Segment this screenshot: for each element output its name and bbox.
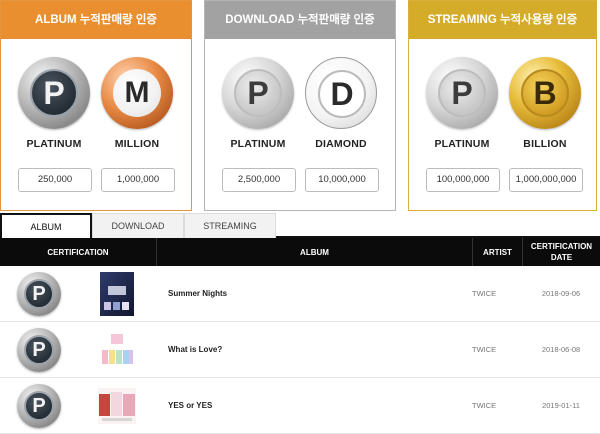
column-header-artist: ARTIST — [472, 238, 522, 266]
column-header-album: ALBUM — [156, 238, 472, 266]
platinum-medal-icon: P — [426, 57, 498, 129]
million-medal-icon: M — [101, 57, 173, 129]
tab-streaming[interactable]: STREAMING — [184, 213, 276, 238]
medal-label: PLATINUM — [434, 138, 490, 150]
threshold-value: 2,500,000 — [222, 168, 296, 192]
medal-platinum: P PLATINUM — [424, 57, 500, 150]
table-row: P YES or YES TWICE 2019-01-11 — [0, 378, 600, 434]
table-header: CERTIFICATION ALBUM ARTIST CERTIFICATION… — [0, 238, 600, 266]
artist-name: TWICE — [472, 289, 497, 298]
medal-label: MILLION — [114, 138, 160, 150]
card-header: STREAMING 누적사용량 인증 — [409, 1, 596, 39]
medal-label: BILLION — [523, 138, 567, 150]
platinum-medal-icon: P — [18, 57, 90, 129]
platinum-medal-icon: P — [17, 328, 61, 372]
threshold-value: 250,000 — [18, 168, 92, 192]
platinum-medal-icon: P — [222, 57, 294, 129]
album-title[interactable]: What is Love? — [168, 322, 222, 378]
medal-platinum: P PLATINUM — [220, 57, 296, 150]
certification-table: CERTIFICATION ALBUM ARTIST CERTIFICATION… — [0, 238, 600, 434]
medal-million: M MILLION — [99, 57, 175, 150]
artist-name: TWICE — [472, 401, 497, 410]
category-tabs: ALBUM DOWNLOAD STREAMING — [0, 213, 600, 239]
album-cover-image — [98, 272, 136, 316]
album-cover-image — [98, 328, 136, 372]
artist-name: TWICE — [472, 345, 497, 354]
album-certification-card: ALBUM 누적판매량 인증 P PLATINUM M MILLION 250,… — [0, 0, 192, 211]
threshold-value: 1,000,000,000 — [509, 168, 583, 192]
album-cover-image — [98, 384, 136, 428]
medal-label: PLATINUM — [230, 138, 286, 150]
column-header-date: CERTIFICATION DATE — [522, 238, 600, 266]
album-title[interactable]: YES or YES — [168, 378, 212, 434]
table-row: P What is Love? TWICE 2018-06-08 — [0, 322, 600, 378]
medal-billion: B BILLION — [507, 57, 583, 150]
threshold-value: 1,000,000 — [101, 168, 175, 192]
tab-album[interactable]: ALBUM — [0, 213, 92, 239]
certification-cards: ALBUM 누적판매량 인증 P PLATINUM M MILLION 250,… — [0, 0, 600, 212]
platinum-medal-icon: P — [17, 272, 61, 316]
threshold-value: 10,000,000 — [305, 168, 379, 192]
download-certification-card: DOWNLOAD 누적판매량 인증 P PLATINUM D DIAMOND 2… — [204, 0, 396, 211]
certification-date: 2019-01-11 — [542, 401, 580, 410]
table-row: P Summer Nights TWICE 2018-09-06 — [0, 266, 600, 322]
certification-date: 2018-06-08 — [541, 345, 581, 354]
tab-download[interactable]: DOWNLOAD — [92, 213, 184, 238]
billion-medal-icon: B — [509, 57, 581, 129]
medal-platinum: P PLATINUM — [16, 57, 92, 150]
column-header-certification: CERTIFICATION — [47, 247, 109, 257]
medal-label: DIAMOND — [315, 138, 367, 150]
streaming-certification-card: STREAMING 누적사용량 인증 P PLATINUM B BILLION … — [408, 0, 597, 211]
diamond-medal-icon: D — [305, 57, 377, 129]
album-title[interactable]: Summer Nights — [168, 266, 227, 322]
medal-diamond: D DIAMOND — [303, 57, 379, 150]
card-header: ALBUM 누적판매량 인증 — [1, 1, 191, 39]
card-header: DOWNLOAD 누적판매량 인증 — [205, 1, 395, 39]
certification-date: 2018-09-06 — [541, 289, 581, 298]
platinum-medal-icon: P — [17, 384, 61, 428]
threshold-value: 100,000,000 — [426, 168, 500, 192]
medal-label: PLATINUM — [26, 138, 82, 150]
